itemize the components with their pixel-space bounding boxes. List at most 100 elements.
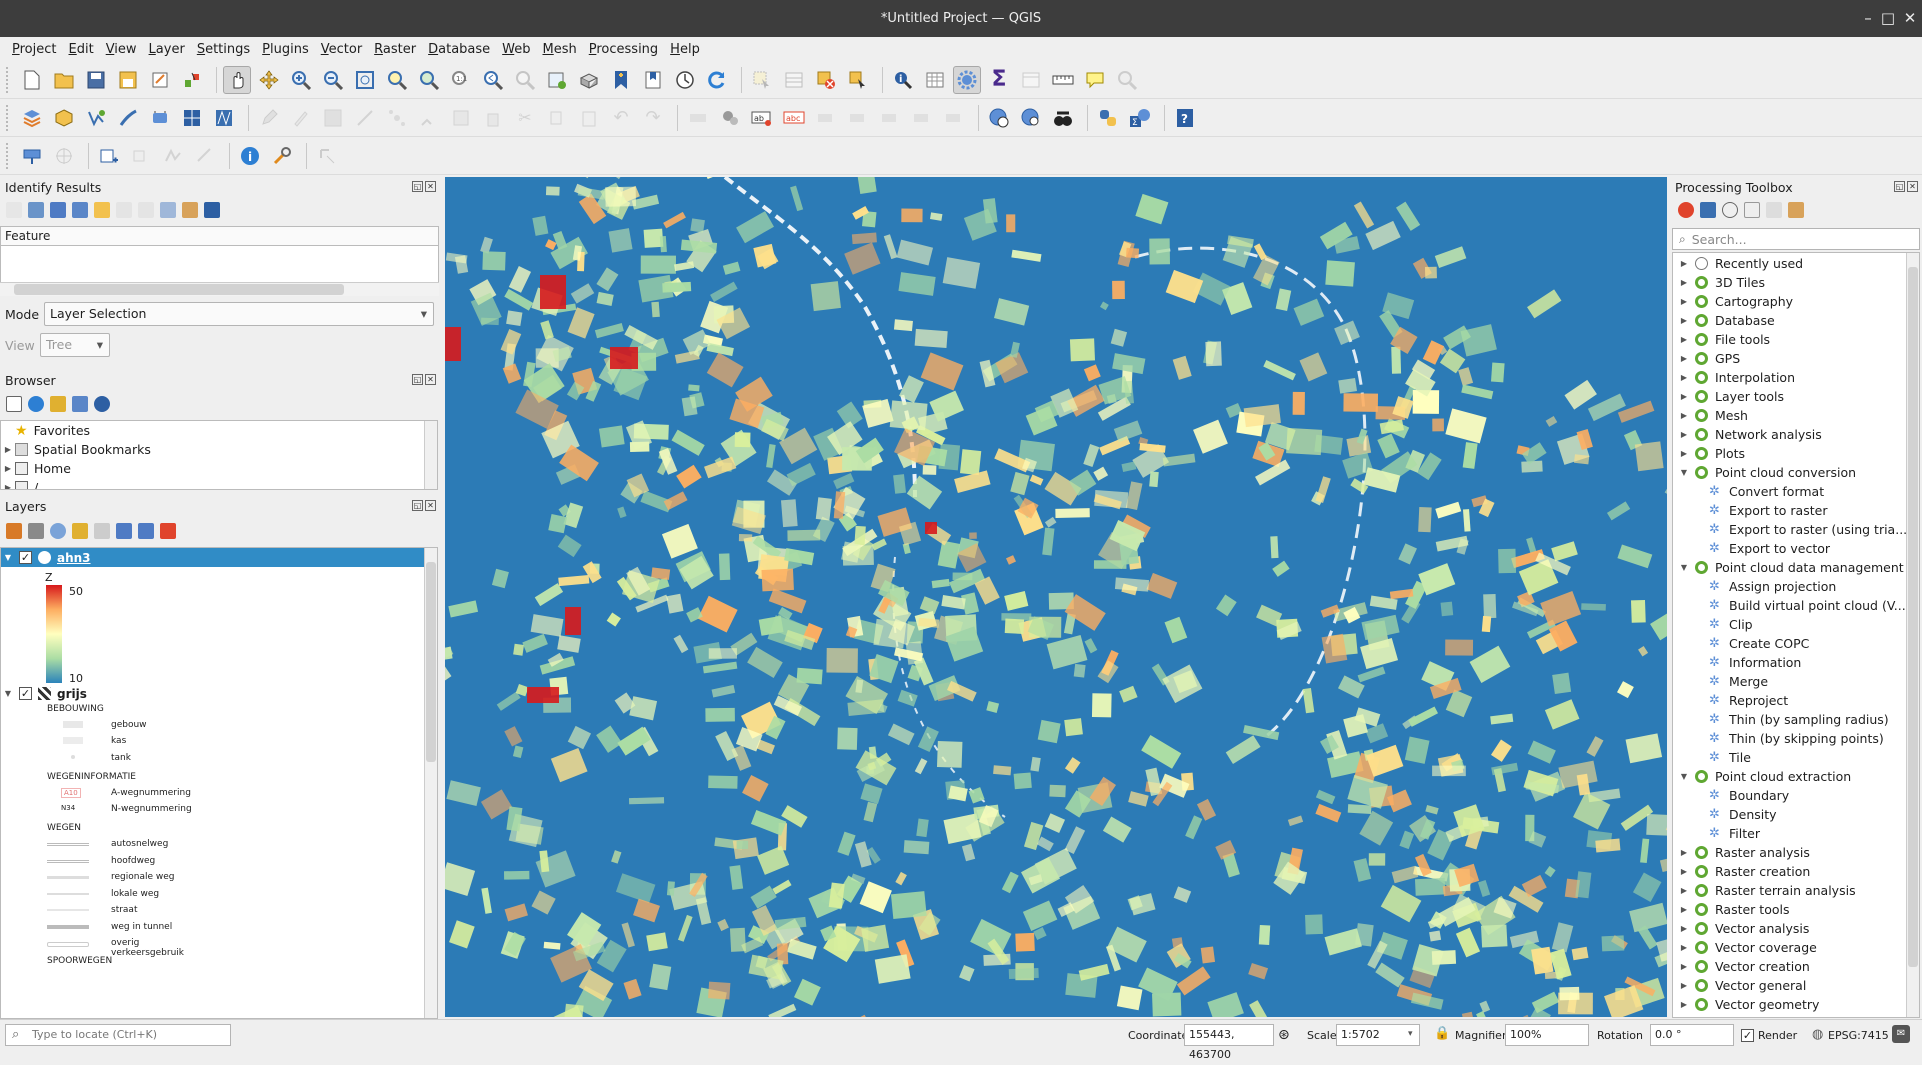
mode-select[interactable]: Layer Selection — [44, 302, 434, 326]
new-3d-map-icon[interactable] — [575, 66, 603, 94]
provider-group[interactable]: ▶ Vector creation — [1673, 957, 1919, 976]
save-edits-icon[interactable] — [319, 104, 347, 132]
provider-group[interactable]: ▶ Recently used — [1673, 254, 1919, 273]
chevron-right-icon[interactable]: ▶ — [1677, 335, 1691, 344]
copy-features-icon[interactable] — [543, 104, 571, 132]
chevron-right-icon[interactable]: ▶ — [1677, 449, 1691, 458]
deselect-all-icon[interactable] — [812, 66, 840, 94]
close-button[interactable]: ✕ — [1899, 9, 1921, 27]
chevron-right-icon[interactable]: ▶ — [1677, 392, 1691, 401]
save-project-icon[interactable] — [82, 66, 110, 94]
layer-row-ahn3[interactable]: ▼ ✓ ahn3 — [1, 548, 425, 567]
delete-selected-icon[interactable] — [479, 104, 507, 132]
algorithm-item[interactable]: ✲ Information — [1673, 653, 1919, 672]
chevron-right-icon[interactable]: ▶ — [1677, 316, 1691, 325]
zoom-next-icon[interactable] — [511, 66, 539, 94]
lock-icon[interactable]: 🔒 — [1434, 1026, 1450, 1041]
add-part-icon[interactable] — [127, 142, 155, 170]
settings-tools-icon[interactable] — [268, 142, 296, 170]
processing-search-input[interactable]: ⌕ Search... — [1672, 228, 1920, 250]
move-label-icon[interactable] — [876, 104, 904, 132]
menu-help[interactable]: Help — [664, 42, 706, 57]
data-source-manager-icon[interactable] — [18, 104, 46, 132]
chevron-right-icon[interactable]: ▶ — [1677, 297, 1691, 306]
feature-column-header[interactable]: Feature — [0, 226, 439, 246]
toggle-extents-icon[interactable]: ⊛ — [1278, 1027, 1290, 1043]
identify-mode-icon[interactable] — [160, 202, 176, 218]
chevron-right-icon[interactable]: ▶ — [1677, 373, 1691, 382]
chevron-right-icon[interactable]: ▶ — [1677, 1000, 1691, 1009]
algorithm-item[interactable]: ✲ Create COPC — [1673, 634, 1919, 653]
provider-group[interactable]: ▶ 3D Tiles — [1673, 273, 1919, 292]
map-canvas[interactable] — [445, 177, 1667, 1017]
close-icon[interactable]: ✕ — [1907, 181, 1918, 192]
expand-tree-icon[interactable] — [6, 202, 22, 218]
menu-project[interactable]: Project — [6, 42, 63, 57]
select-features-icon[interactable] — [748, 66, 776, 94]
zoom-in-icon[interactable] — [287, 66, 315, 94]
menu-plugins[interactable]: Plugins — [256, 42, 315, 57]
chevron-right-icon[interactable]: ▶ — [1677, 905, 1691, 914]
remove-layer-icon[interactable] — [160, 523, 176, 539]
properties-icon[interactable] — [94, 396, 110, 412]
algorithm-item[interactable]: ✲ Density — [1673, 805, 1919, 824]
chevron-right-icon[interactable]: ▶ — [1677, 259, 1691, 268]
view-select[interactable]: Tree — [40, 333, 110, 357]
filter-icon[interactable] — [50, 396, 66, 412]
layer-visibility-checkbox[interactable]: ✓ — [19, 551, 32, 564]
algorithm-item[interactable]: ✲ Assign projection — [1673, 577, 1919, 596]
scripts-icon[interactable] — [1700, 202, 1716, 218]
new-geopackage-icon[interactable] — [50, 104, 78, 132]
provider-group[interactable]: ▶ Vector general — [1673, 976, 1919, 995]
close-icon[interactable]: ✕ — [425, 500, 436, 511]
layer-row-grijs[interactable]: ▼ ✓ grijs — [1, 684, 425, 703]
algorithm-item[interactable]: ✲ Export to vector — [1673, 539, 1919, 558]
toolbar-grip[interactable] — [6, 142, 12, 169]
metasearch-search-icon[interactable] — [1017, 104, 1045, 132]
browser-item-home[interactable]: ▶ Home — [1, 459, 437, 478]
new-virtual-layer-icon[interactable] — [178, 104, 206, 132]
provider-group[interactable]: ▶ Vector geometry — [1673, 995, 1919, 1014]
info-icon[interactable]: i — [236, 142, 264, 170]
algorithm-item[interactable]: ✲ Build virtual point cloud (V... — [1673, 596, 1919, 615]
models-icon[interactable] — [1678, 202, 1694, 218]
label-ab-icon[interactable]: ab — [748, 104, 776, 132]
provider-group[interactable]: ▶ Raster tools — [1673, 900, 1919, 919]
cut-features-icon[interactable]: ✂ — [511, 104, 539, 132]
layers-tree[interactable]: ▼ ✓ ahn3 Z 50 10 ▼ ✓ grijs BEBOUWING geb… — [0, 547, 438, 1019]
provider-group[interactable]: ▶ Network analysis — [1673, 425, 1919, 444]
collapse-all-icon[interactable] — [72, 396, 88, 412]
provider-group[interactable]: ▶ Vector analysis — [1673, 919, 1919, 938]
zoom-to-selection-icon[interactable] — [383, 66, 411, 94]
add-group-icon[interactable] — [28, 523, 44, 539]
chevron-right-icon[interactable]: ▶ — [1677, 430, 1691, 439]
algorithm-item[interactable]: ✲ Reproject — [1673, 691, 1919, 710]
algorithm-item[interactable]: ✲ Convert format — [1673, 482, 1919, 501]
refresh-icon[interactable] — [703, 66, 731, 94]
algorithm-item[interactable]: ✲ Thin (by skipping points) — [1673, 729, 1919, 748]
clear-results-icon[interactable] — [94, 202, 110, 218]
graphical-modeler-icon[interactable]: Σ — [1126, 104, 1154, 132]
algorithm-item[interactable]: ✲ Export to raster (using tria... — [1673, 520, 1919, 539]
chevron-down-icon[interactable]: ▼ — [1677, 468, 1691, 477]
zoom-native-icon[interactable]: 1:1 — [447, 66, 475, 94]
layers-scrollbar[interactable] — [424, 548, 437, 1018]
expand-new-icon[interactable] — [28, 202, 44, 218]
algorithm-item[interactable]: ✲ Thin (by sampling radius) — [1673, 710, 1919, 729]
collapse-all-icon[interactable] — [50, 202, 66, 218]
new-shapefile-icon[interactable] — [82, 104, 110, 132]
history-icon[interactable] — [1722, 202, 1738, 218]
provider-group[interactable]: ▶ Cartography — [1673, 292, 1919, 311]
provider-group[interactable]: ▶ Vector coverage — [1673, 938, 1919, 957]
offset-curve-icon[interactable] — [191, 142, 219, 170]
locator-zoom-icon[interactable] — [1113, 66, 1141, 94]
chevron-down-icon[interactable]: ▼ — [1677, 772, 1691, 781]
paste-features-icon[interactable] — [575, 104, 603, 132]
chevron-right-icon[interactable]: ▶ — [1677, 411, 1691, 420]
open-field-calculator-icon[interactable] — [1017, 66, 1045, 94]
browser-tree[interactable]: ★ Favorites ▶ Spatial Bookmarks ▶ Home ▶ / — [0, 420, 438, 490]
algorithm-item[interactable]: ✲ Tile — [1673, 748, 1919, 767]
collapse-all-icon[interactable] — [138, 523, 154, 539]
layer-visibility-checkbox[interactable]: ✓ — [19, 687, 32, 700]
cursor-tool-icon[interactable] — [313, 142, 341, 170]
